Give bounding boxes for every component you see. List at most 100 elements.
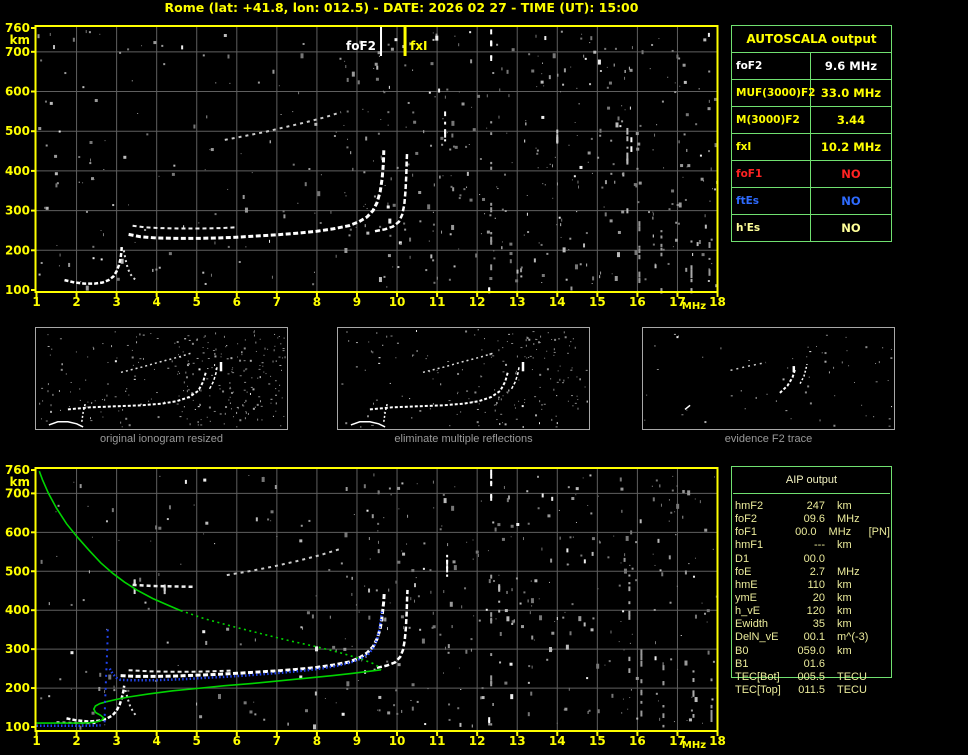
svg-text:600: 600 — [5, 85, 30, 99]
svg-text:6: 6 — [233, 734, 241, 748]
svg-text:14: 14 — [549, 734, 566, 748]
autoscala-window: Rome (lat: +41.8, lon: 012.5) - DATE: 20… — [0, 0, 968, 755]
svg-text:18: 18 — [709, 295, 726, 309]
autoscala-table-rows: foF2 9.6 MHz MUF(3000)F2 33.0 MHz M(3000)F2 3… — [732, 53, 891, 241]
aip-label: hmF2 — [735, 500, 764, 512]
svg-text:12: 12 — [469, 734, 486, 748]
trace-F2-O-trace — [128, 150, 386, 240]
svg-text:13: 13 — [509, 734, 526, 748]
aip-val: 120 — [806, 605, 825, 618]
trace-E-cusp-fall — [122, 250, 139, 282]
aip-val: 005.5 — [797, 670, 825, 683]
autoscala-row-label: MUF(3000)F2 — [732, 80, 815, 106]
aip-val: 00.0 — [803, 552, 825, 565]
svg-text:10: 10 — [389, 734, 406, 748]
aip-val: --- — [814, 539, 825, 552]
trace-E-trace — [66, 685, 126, 723]
autoscala-row-label: foF1 — [732, 161, 811, 187]
trace-profile-topside-dotted — [180, 609, 382, 671]
svg-text:13: 13 — [509, 295, 526, 309]
autoscala-row-label: fxI — [732, 134, 811, 160]
thumbnail-3 — [642, 327, 895, 430]
aip-row: foF1 00.0 MHz [PN] — [733, 526, 890, 539]
svg-text:9: 9 — [353, 734, 361, 748]
aip-table-rows: hmF2 247 km foF2 09.6 MHz foF1 00.0 MHz [PN] hmF1-… — [733, 500, 890, 697]
aip-label: foF1 — [735, 526, 758, 539]
autoscala-row-label: h'Es — [732, 215, 811, 241]
aip-unit: km — [837, 578, 852, 591]
svg-text:9: 9 — [353, 295, 361, 309]
svg-text:15: 15 — [589, 734, 606, 748]
svg-text:1: 1 — [32, 734, 40, 748]
aip-unit: MHz — [837, 565, 860, 578]
svg-text:400: 400 — [5, 164, 30, 178]
svg-text:11: 11 — [429, 295, 446, 309]
aip-extra — [879, 645, 890, 658]
autoscala-row-label: foF2 — [732, 53, 811, 79]
trace-E-trace — [64, 245, 124, 285]
aip-unit: km — [837, 605, 852, 618]
aip-unit: m^(-3) — [837, 631, 869, 644]
aip-table-title: AIP output — [733, 468, 890, 494]
aip-extra — [879, 553, 890, 566]
svg-text:100: 100 — [5, 283, 30, 297]
aip-extra — [879, 579, 890, 592]
aip-unit: TECU — [837, 670, 867, 683]
svg-text:2: 2 — [72, 295, 80, 309]
aip-val: 00.0 — [795, 526, 817, 539]
aip-label: TEC[Top] — [735, 683, 781, 696]
svg-text:1: 1 — [32, 295, 40, 309]
autoscala-row: ftEs NO — [732, 188, 891, 215]
aip-val: 2.7 — [809, 565, 825, 578]
aip-row: h_vE 120 km — [733, 605, 890, 618]
aip-unit: km — [837, 618, 852, 631]
trace-profile-topside — [38, 470, 182, 612]
aip-unit — [825, 553, 879, 566]
aip-val: 35 — [812, 618, 825, 631]
autoscala-row: M(3000)F2 3.44 — [732, 107, 891, 134]
aip-extra — [879, 684, 890, 697]
trace-F2-O-upper — [128, 669, 233, 673]
aip-val: 20 — [812, 591, 825, 604]
autoscala-row: h'Es NO — [732, 215, 891, 241]
aip-extra — [879, 631, 890, 644]
aip-row: TEC[Bot] 005.5 TECU — [733, 671, 890, 684]
aip-extra: [PN] — [868, 526, 890, 539]
svg-text:600: 600 — [5, 525, 30, 539]
aip-row: hmF1 --- km — [733, 539, 890, 552]
autoscala-row-value: 9.6 MHz — [824, 59, 878, 73]
aip-row: B0 059.0 km — [733, 645, 890, 658]
aip-row: B1 01.6 — [733, 658, 890, 671]
svg-text:500: 500 — [5, 124, 30, 138]
autoscala-row: foF1 NO — [732, 161, 891, 188]
aip-unit — [825, 658, 879, 671]
aip-extra — [879, 618, 890, 631]
aip-val: 09.6 — [803, 513, 825, 526]
aip-extra — [879, 500, 890, 513]
svg-text:MHz: MHz — [682, 740, 706, 751]
aip-unit: MHz — [828, 526, 852, 539]
aip-extra — [879, 658, 890, 671]
trace-F2-O-upper — [132, 224, 237, 230]
aip-row: hmF2 247 km — [733, 500, 890, 513]
aip-row: DelN_vE 00.1 m^(-3) — [733, 631, 890, 644]
svg-text:8: 8 — [313, 295, 321, 309]
svg-text:6: 6 — [233, 295, 241, 309]
aip-unit: km — [837, 500, 852, 512]
trace-scaled-trace-F — [108, 611, 384, 682]
autoscala-row-value: 3.44 — [836, 113, 866, 127]
aip-row: TEC[Top] 011.5 TECU — [733, 684, 890, 697]
thumbnail-caption-3: evidence F2 trace — [724, 433, 813, 445]
aip-row: D1 00.0 — [733, 553, 890, 566]
aip-row: Ewidth 35 km — [733, 618, 890, 631]
svg-text:300: 300 — [5, 642, 30, 656]
svg-text:MHz: MHz — [682, 301, 706, 312]
svg-text:15: 15 — [589, 295, 606, 309]
aip-extra — [879, 592, 890, 605]
aip-label: Ewidth — [735, 618, 769, 631]
trace-scaled-cusp — [103, 628, 109, 723]
aip-unit: km — [837, 644, 852, 657]
aip-val: 247 — [806, 500, 825, 512]
aip-label: TEC[Bot] — [735, 670, 780, 683]
autoscala-row-value: NO — [841, 194, 861, 208]
